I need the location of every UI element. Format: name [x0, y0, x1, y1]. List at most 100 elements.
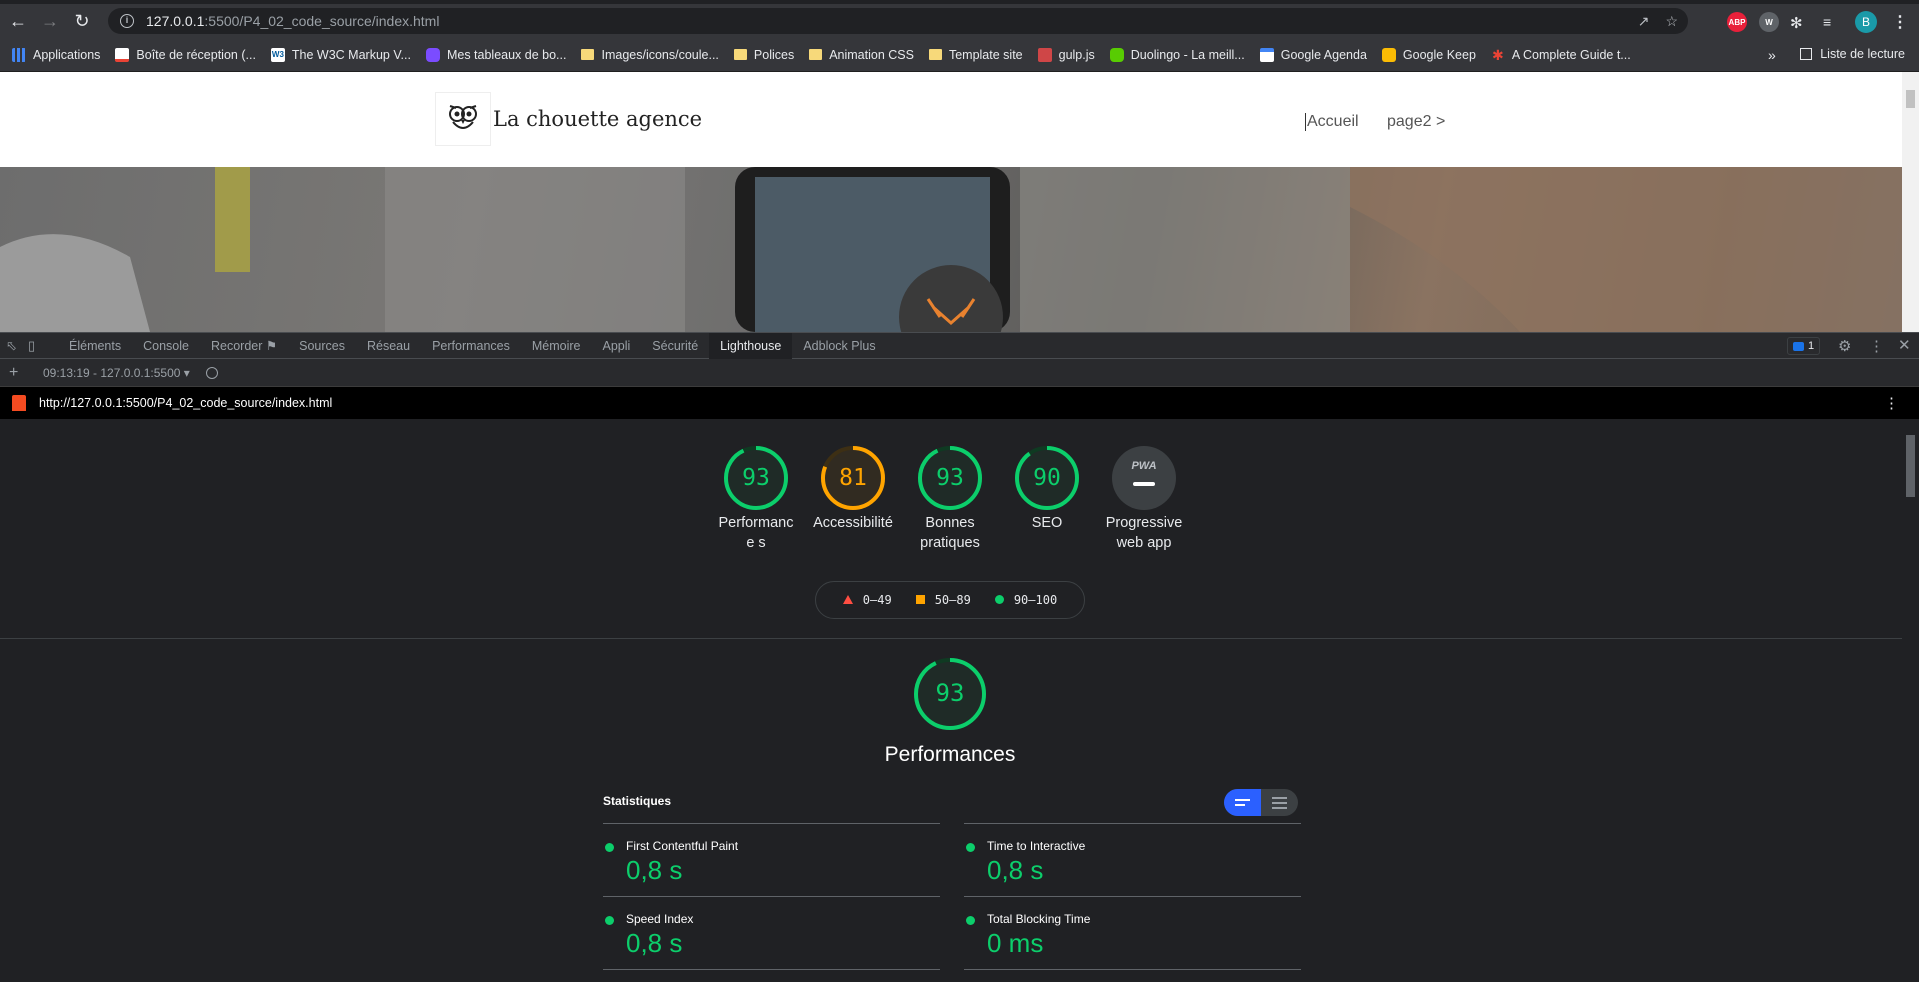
tab-sources[interactable]: Sources [288, 333, 356, 359]
report-scrollbar-thumb[interactable] [1906, 435, 1915, 497]
report-menu-icon[interactable]: ⋮ [1884, 394, 1899, 412]
nav-accueil[interactable]: Accueil [1305, 113, 1359, 131]
device-toolbar-icon[interactable]: ▯ [28, 338, 50, 354]
owl-logo-icon [435, 92, 491, 146]
profile-avatar[interactable]: B [1855, 11, 1877, 33]
short-lines-icon [1235, 799, 1250, 801]
back-icon[interactable]: ← [4, 7, 32, 35]
settings-gear-icon[interactable]: ⚙ [1838, 337, 1851, 355]
bookmark-folder-images[interactable]: Images/icons/coule... [581, 47, 719, 62]
app-icon [425, 47, 440, 62]
tab-console[interactable]: Console [132, 333, 200, 359]
close-devtools-icon[interactable]: ✕ [1898, 336, 1911, 354]
new-report-icon[interactable]: + [9, 364, 31, 382]
bookmark-star-icon[interactable]: ☆ [1665, 13, 1678, 30]
devtools-menu-icon[interactable]: ⋮ [1869, 337, 1884, 355]
page-viewport: La chouette agence Accueil page2 > [0, 72, 1902, 332]
bookmark-tableaux[interactable]: Mes tableaux de bo... [425, 47, 567, 62]
metric-divider [603, 823, 940, 824]
gauge-pwa[interactable]: PWA Progressive web app [1094, 445, 1194, 553]
bookmark-folder-animation[interactable]: Animation CSS [809, 48, 914, 62]
toggle-detailed-button[interactable] [1261, 789, 1298, 816]
bookmark-label: Animation CSS [829, 47, 914, 62]
tab-adblock-plus[interactable]: Adblock Plus [792, 333, 886, 359]
bookmark-gmail[interactable]: Boîte de réception (... [115, 47, 256, 62]
inspect-element-icon[interactable]: ⬁ [6, 338, 28, 354]
bookmark-google-keep[interactable]: Google Keep [1381, 47, 1476, 62]
site-info-icon[interactable]: i [120, 14, 134, 28]
address-bar[interactable]: i 127.0.0.1:5500/P4_02_code_source/index… [108, 8, 1688, 34]
metric-value: 0,8 s [626, 855, 683, 885]
flask-icon: ⚑ [265, 338, 278, 353]
site-logo[interactable]: La chouette agence [435, 92, 702, 146]
gauge-performance[interactable]: 93 Performance s [706, 445, 806, 553]
site-logo-text: La chouette agence [493, 107, 703, 131]
bookmark-w3c[interactable]: W3 The W3C Markup V... [270, 47, 411, 62]
fail-triangle-icon [842, 595, 853, 604]
gulp-icon [1037, 47, 1052, 62]
gmail-icon [115, 47, 130, 62]
toggle-summary-button[interactable] [1224, 789, 1261, 816]
tab-application[interactable]: Appli [592, 333, 642, 359]
nav-page2[interactable]: page2 > [1387, 113, 1445, 131]
forward-icon[interactable]: → [36, 7, 64, 35]
extensions-puzzle-icon[interactable]: ✻ [1790, 14, 1803, 32]
clear-all-icon[interactable] [205, 366, 218, 379]
gauge-label: Bonnes pratiques [920, 515, 980, 551]
star-icon: ✱ [1492, 46, 1504, 63]
page-scrollbar[interactable] [1902, 72, 1919, 332]
pass-dot-icon [966, 916, 975, 925]
tab-memory[interactable]: Mémoire [521, 333, 592, 359]
bookmark-duolingo[interactable]: Duolingo - La meill... [1109, 47, 1245, 62]
metrics-view-toggle[interactable] [1224, 789, 1298, 816]
gauge-score: 93 [936, 465, 964, 491]
bookmarks-overflow-button[interactable]: » [1768, 47, 1776, 63]
tab-recorder[interactable]: Recorder ⚑ [200, 333, 288, 359]
metric-name: Time to Interactive [987, 839, 1086, 853]
report-selector-label: 09:13:19 - 127.0.0.1:5500 [43, 365, 181, 380]
metric-name: Speed Index [626, 912, 694, 926]
reload-icon[interactable]: ↻ [68, 7, 96, 35]
report-url[interactable]: http://127.0.0.1:5500/P4_02_code_source/… [39, 396, 332, 410]
gauge-seo[interactable]: 90 SEO [997, 445, 1097, 533]
pass-circle-icon [994, 595, 1004, 604]
gauge-score: 90 [1033, 465, 1061, 491]
reading-list-label: Liste de lecture [1820, 47, 1905, 61]
bookmark-complete-guide[interactable]: ✱ A Complete Guide t... [1491, 48, 1631, 62]
bookmark-applications[interactable]: Applications [12, 47, 100, 62]
tab-security[interactable]: Sécurité [641, 333, 709, 359]
tab-network[interactable]: Réseau [356, 333, 421, 359]
adblock-plus-extension-icon[interactable]: ABP [1727, 12, 1747, 32]
tab-elements[interactable]: Éléments [58, 333, 132, 359]
tab-lighthouse[interactable]: Lighthouse [709, 332, 793, 359]
bookmark-google-agenda[interactable]: Google Agenda [1259, 47, 1367, 62]
bookmark-label: Duolingo - La meill... [1130, 47, 1245, 62]
gauge-accessibility[interactable]: 81 Accessibilité [803, 445, 903, 533]
hero-image [0, 167, 1902, 332]
bookmark-folder-template[interactable]: Template site [928, 47, 1023, 62]
bookmark-label: Images/icons/coule... [601, 47, 719, 62]
reading-list-button[interactable]: Liste de lecture [1800, 47, 1905, 61]
bookmark-folder-polices[interactable]: Polices [733, 48, 794, 62]
bookmark-gulp[interactable]: gulp.js [1037, 47, 1095, 62]
lighthouse-toolbar: + 09:13:19 - 127.0.0.1:5500 ▾ [0, 359, 1919, 387]
legend-average-label: 50–89 [934, 593, 971, 607]
bookmark-label: Template site [948, 47, 1023, 62]
lighthouse-icon [12, 395, 26, 411]
pass-dot-icon [966, 843, 975, 852]
gauge-best-practices[interactable]: 93 Bonnes pratiques [900, 445, 1000, 553]
reading-mode-icon[interactable]: ≡ [1823, 14, 1831, 30]
bookmark-label: Google Keep [1402, 47, 1476, 62]
report-selector[interactable]: 09:13:19 - 127.0.0.1:5500 ▾ [43, 366, 190, 380]
report-url-bar: http://127.0.0.1:5500/P4_02_code_source/… [0, 387, 1919, 419]
browser-menu-icon[interactable]: ⋮ [1892, 12, 1908, 32]
report-scrollbar[interactable] [1902, 419, 1919, 982]
performance-main-gauge: 93 [900, 657, 1000, 734]
issues-badge[interactable]: 1 [1787, 337, 1821, 355]
share-icon[interactable]: ↗ [1638, 13, 1650, 30]
metric-divider [964, 896, 1301, 897]
tab-performance[interactable]: Performances [421, 333, 521, 359]
page-scrollbar-thumb[interactable] [1906, 90, 1915, 108]
bookmark-label: Mes tableaux de bo... [446, 47, 567, 62]
w-extension-icon[interactable]: W [1759, 12, 1779, 32]
